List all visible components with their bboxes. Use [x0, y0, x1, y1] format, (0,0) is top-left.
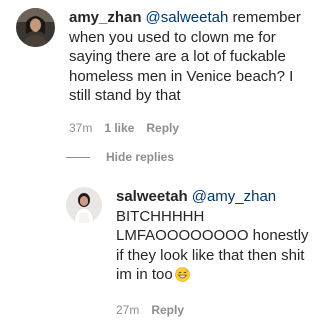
comment-likes[interactable]: 1 like — [104, 121, 134, 135]
comment-time: 37m — [69, 120, 93, 135]
comment-meta: 37m 1 like Reply — [69, 121, 311, 135]
reply-reply-button[interactable]: Reply — [151, 303, 184, 317]
hide-replies-label: Hide replies — [106, 150, 175, 164]
reply-time: 27m — [116, 302, 140, 317]
divider — [66, 156, 90, 158]
reply-comment: salweetah @amy_zhan BITCHHHHH LMFAOOOOOOOO… — [66, 187, 311, 317]
comment-username[interactable]: amy_zhan — [69, 9, 142, 26]
comment-body: amy_zhan @salweetah remember when you use… — [69, 8, 311, 135]
user-avatar-icon — [66, 187, 102, 223]
comment-reply-button[interactable]: Reply — [146, 121, 179, 135]
reply-text: salweetah @amy_zhan BITCHHHHH LMFAOOOOOOOO… — [116, 187, 311, 288]
reply-username[interactable]: salweetah — [116, 188, 188, 205]
reply-meta: 27m Reply — [116, 303, 311, 317]
reply-content: BITCHHHHH LMFAOOOOOOOO honestly if they … — [116, 207, 309, 284]
grinning-sweat-emoji-icon — [174, 267, 190, 288]
user-avatar-icon — [16, 8, 55, 47]
hide-replies-button[interactable]: Hide replies — [66, 150, 174, 164]
reply-mention[interactable]: @amy_zhan — [192, 188, 276, 205]
avatar[interactable] — [16, 8, 55, 47]
comment-mention[interactable]: @salweetah — [146, 9, 229, 26]
avatar[interactable] — [66, 187, 102, 223]
comment: amy_zhan @salweetah remember when you use… — [16, 8, 311, 135]
comment-text: amy_zhan @salweetah remember when you use… — [69, 8, 311, 106]
reply-body: salweetah @amy_zhan BITCHHHHH LMFAOOOOOOOO… — [116, 187, 311, 317]
